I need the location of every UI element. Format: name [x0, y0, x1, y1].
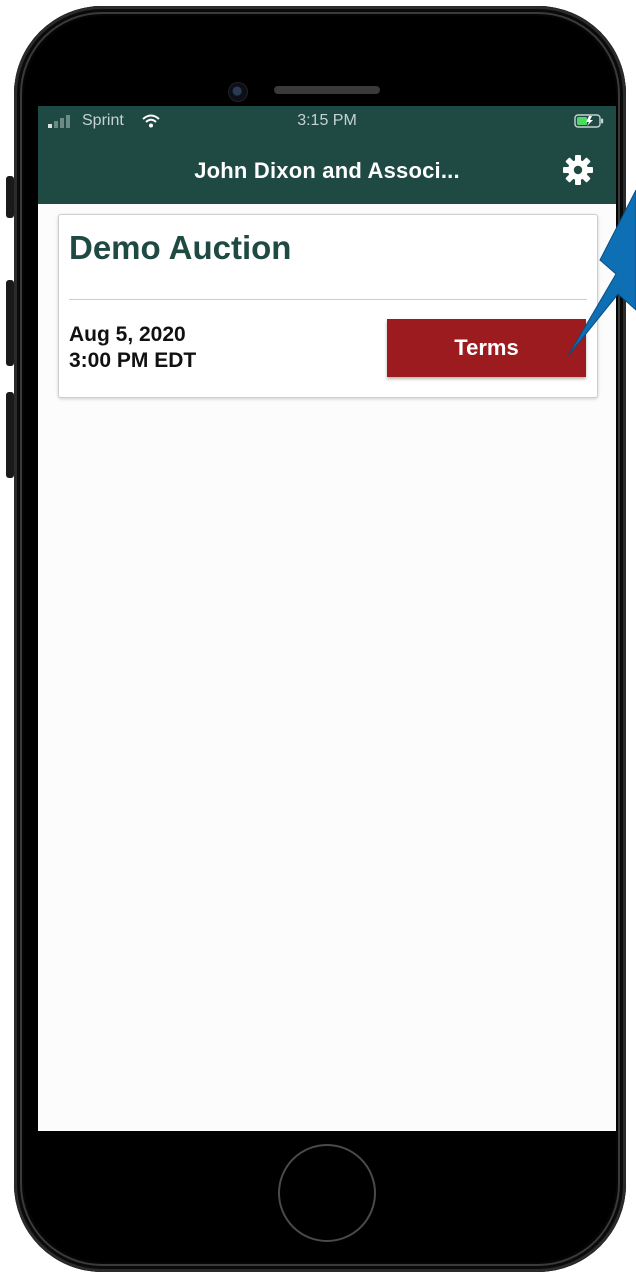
- phone-mute-switch: [6, 176, 14, 218]
- phone-volume-down: [6, 392, 14, 478]
- auction-date: Aug 5, 2020: [69, 323, 186, 346]
- front-camera: [228, 82, 248, 102]
- phone-mockup: Sprint 3:15 PM John Dixon and Associ...: [0, 0, 636, 1277]
- nav-title: John Dixon and Associ...: [194, 158, 460, 183]
- auction-title: Demo Auction: [69, 229, 292, 266]
- phone-volume-up: [6, 280, 14, 366]
- earpiece-speaker: [274, 86, 380, 94]
- nav-bar: John Dixon and Associ...: [38, 136, 616, 204]
- status-bar: Sprint 3:15 PM: [38, 106, 616, 136]
- callout-arrow: [567, 190, 636, 357]
- terms-button[interactable]: Terms: [387, 319, 586, 377]
- home-button[interactable]: [278, 1144, 376, 1242]
- auction-card[interactable]: Demo Auction Aug 5, 2020 3:00 PM EDT Ter…: [58, 214, 598, 398]
- auction-datetime: Aug 5, 2020 3:00 PM EDT: [69, 322, 196, 374]
- gear-icon[interactable]: [562, 154, 594, 186]
- app-screen: Sprint 3:15 PM John Dixon and Associ...: [38, 106, 616, 1131]
- card-divider: [69, 299, 587, 300]
- status-time: 3:15 PM: [297, 112, 357, 129]
- battery-icon: [574, 114, 604, 128]
- auction-time: 3:00 PM EDT: [69, 349, 197, 372]
